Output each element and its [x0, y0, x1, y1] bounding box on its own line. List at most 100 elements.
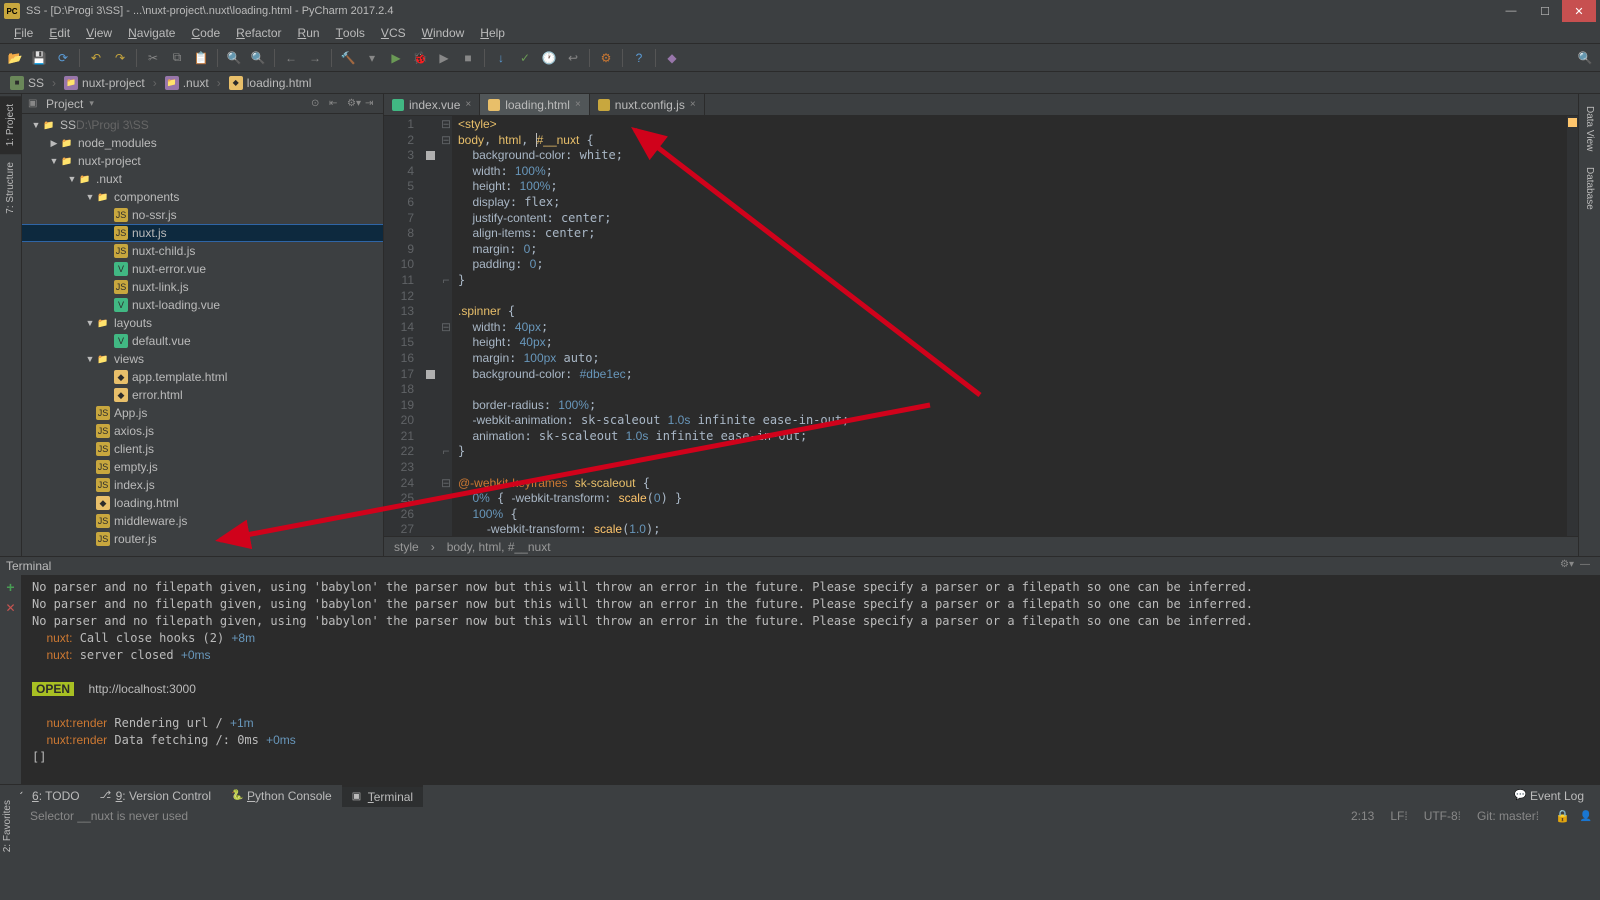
- tree-item--nuxt[interactable]: ▼📁.nuxt: [22, 170, 383, 188]
- tree-item-nuxt-loading-vue[interactable]: Vnuxt-loading.vue: [22, 296, 383, 314]
- close-button[interactable]: ✕: [1562, 0, 1596, 22]
- build-icon[interactable]: 🔨: [337, 47, 359, 69]
- run-config-icon[interactable]: ▾: [361, 47, 383, 69]
- editor-tab-index-vue[interactable]: index.vue×: [384, 94, 480, 115]
- paste-icon[interactable]: 📋: [190, 47, 212, 69]
- vcs-revert-icon[interactable]: ↩: [562, 47, 584, 69]
- error-stripe[interactable]: [1566, 116, 1578, 536]
- tree-item-nuxt-project[interactable]: ▼📁nuxt-project: [22, 152, 383, 170]
- tree-arrow-icon[interactable]: ▼: [30, 120, 42, 130]
- tree-item-components[interactable]: ▼📁components: [22, 188, 383, 206]
- tree-item-SS[interactable]: ▼📁SS D:\Progi 3\SS: [22, 116, 383, 134]
- tree-item-no-ssr-js[interactable]: JSno-ssr.js: [22, 206, 383, 224]
- breadcrumb-item[interactable]: style: [394, 540, 419, 554]
- hide-icon[interactable]: ⇥: [365, 98, 377, 110]
- tree-arrow-icon[interactable]: ▼: [84, 318, 96, 328]
- find-icon[interactable]: 🔍: [223, 47, 245, 69]
- warning-marker-icon[interactable]: [1568, 118, 1577, 127]
- cut-icon[interactable]: ✂: [142, 47, 164, 69]
- vcs-update-icon[interactable]: ↓: [490, 47, 512, 69]
- close-tab-icon[interactable]: ×: [465, 99, 471, 110]
- dataview-tool-tab[interactable]: Data View: [1579, 98, 1600, 159]
- close-tab-icon[interactable]: ×: [690, 99, 696, 110]
- menu-view[interactable]: View: [78, 22, 120, 44]
- open-file-icon[interactable]: 📂: [4, 47, 26, 69]
- tree-item-loading-html[interactable]: ◆loading.html: [22, 494, 383, 512]
- editor-body[interactable]: 1234567891011121314151617181920212223242…: [384, 116, 1578, 536]
- menu-run[interactable]: Run: [290, 22, 328, 44]
- breadcrumb-item[interactable]: ◆loading.html: [225, 76, 316, 90]
- project-tree[interactable]: ▼📁SS D:\Progi 3\SS▶📁node_modules▼📁nuxt-p…: [22, 114, 383, 556]
- code-area[interactable]: <style> body, html, #__nuxt { background…: [452, 116, 1566, 536]
- line-separator[interactable]: LF⁞: [1382, 809, 1415, 823]
- plugin-icon[interactable]: ◆: [661, 47, 683, 69]
- menu-edit[interactable]: Edit: [41, 22, 78, 44]
- tree-arrow-icon[interactable]: ▼: [48, 156, 60, 166]
- settings-gear-icon[interactable]: ⚙▾: [347, 98, 359, 110]
- tree-item-views[interactable]: ▼📁views: [22, 350, 383, 368]
- tree-item-nuxt-error-vue[interactable]: Vnuxt-error.vue: [22, 260, 383, 278]
- lock-icon[interactable]: 🔒: [1547, 809, 1578, 823]
- stop-icon[interactable]: ■: [457, 47, 479, 69]
- menu-vcs[interactable]: VCS: [373, 22, 414, 44]
- tool-tab-python-console[interactable]: 🐍Python Console: [221, 785, 342, 807]
- event-log-tab[interactable]: 💬Event Log: [1504, 785, 1594, 807]
- terminal-output[interactable]: No parser and no filepath given, using '…: [22, 575, 1600, 784]
- help-icon[interactable]: ?: [628, 47, 650, 69]
- menu-code[interactable]: Code: [183, 22, 228, 44]
- tree-arrow-icon[interactable]: ▼: [66, 174, 78, 184]
- git-branch[interactable]: Git: master⁞: [1469, 809, 1547, 823]
- replace-icon[interactable]: 🔍: [247, 47, 269, 69]
- tree-item-nuxt-js[interactable]: JSnuxt.js: [22, 224, 383, 242]
- minimize-button[interactable]: —: [1494, 0, 1528, 22]
- menu-refactor[interactable]: Refactor: [228, 22, 289, 44]
- tree-item-client-js[interactable]: JSclient.js: [22, 440, 383, 458]
- menu-file[interactable]: File: [6, 22, 41, 44]
- coverage-icon[interactable]: ▶: [433, 47, 455, 69]
- undo-icon[interactable]: ↶: [85, 47, 107, 69]
- settings-icon[interactable]: ⚙: [595, 47, 617, 69]
- menu-tools[interactable]: Tools: [328, 22, 373, 44]
- vcs-commit-icon[interactable]: ✓: [514, 47, 536, 69]
- back-icon[interactable]: ←: [280, 47, 302, 69]
- cursor-position[interactable]: 2:13: [1343, 809, 1382, 823]
- save-all-icon[interactable]: 💾: [28, 47, 50, 69]
- collapse-all-icon[interactable]: ⇤: [329, 98, 341, 110]
- tree-item-app-template-html[interactable]: ◆app.template.html: [22, 368, 383, 386]
- run-icon[interactable]: ▶: [385, 47, 407, 69]
- tree-item-nuxt-child-js[interactable]: JSnuxt-child.js: [22, 242, 383, 260]
- favorites-tool-tab[interactable]: 2: Favorites: [0, 794, 15, 858]
- database-tool-tab[interactable]: Database: [1579, 159, 1600, 218]
- sync-icon[interactable]: ⟳: [52, 47, 74, 69]
- editor-tab-nuxt-config-js[interactable]: nuxt.config.js×: [590, 94, 705, 115]
- tree-arrow-icon[interactable]: ▼: [84, 354, 96, 364]
- new-session-icon[interactable]: +: [6, 579, 14, 595]
- vcs-history-icon[interactable]: 🕐: [538, 47, 560, 69]
- menu-help[interactable]: Help: [472, 22, 513, 44]
- menu-navigate[interactable]: Navigate: [120, 22, 183, 44]
- breadcrumb-item[interactable]: ■SS: [6, 76, 48, 90]
- close-tab-icon[interactable]: ×: [575, 99, 581, 110]
- tree-item-node_modules[interactable]: ▶📁node_modules: [22, 134, 383, 152]
- breadcrumb-item[interactable]: 📁nuxt-project: [60, 76, 149, 90]
- tool-tab-9--version-control[interactable]: ⎇9: Version Control: [90, 785, 221, 807]
- redo-icon[interactable]: ↷: [109, 47, 131, 69]
- forward-icon[interactable]: →: [304, 47, 326, 69]
- terminal-settings-icon[interactable]: ⚙▾: [1560, 559, 1574, 573]
- menu-window[interactable]: Window: [414, 22, 473, 44]
- search-everywhere-icon[interactable]: 🔍: [1574, 47, 1596, 69]
- fold-indicators[interactable]: ⊟⊟⌐⊟⌐⊟: [440, 116, 452, 536]
- close-session-icon[interactable]: ✕: [5, 601, 15, 615]
- breadcrumb-item[interactable]: body, html, #__nuxt: [447, 540, 551, 554]
- scroll-from-source-icon[interactable]: ⊙: [311, 98, 323, 110]
- tree-arrow-icon[interactable]: ▶: [48, 138, 60, 149]
- editor-tab-loading-html[interactable]: loading.html×: [480, 94, 590, 115]
- tree-item-router-js[interactable]: JSrouter.js: [22, 530, 383, 548]
- terminal-hide-icon[interactable]: —: [1580, 559, 1594, 573]
- tree-item-layouts[interactable]: ▼📁layouts: [22, 314, 383, 332]
- tree-item-App-js[interactable]: JSApp.js: [22, 404, 383, 422]
- tree-item-error-html[interactable]: ◆error.html: [22, 386, 383, 404]
- debug-icon[interactable]: 🐞: [409, 47, 431, 69]
- tree-item-default-vue[interactable]: Vdefault.vue: [22, 332, 383, 350]
- code-breadcrumb[interactable]: style › body, html, #__nuxt: [384, 536, 1578, 556]
